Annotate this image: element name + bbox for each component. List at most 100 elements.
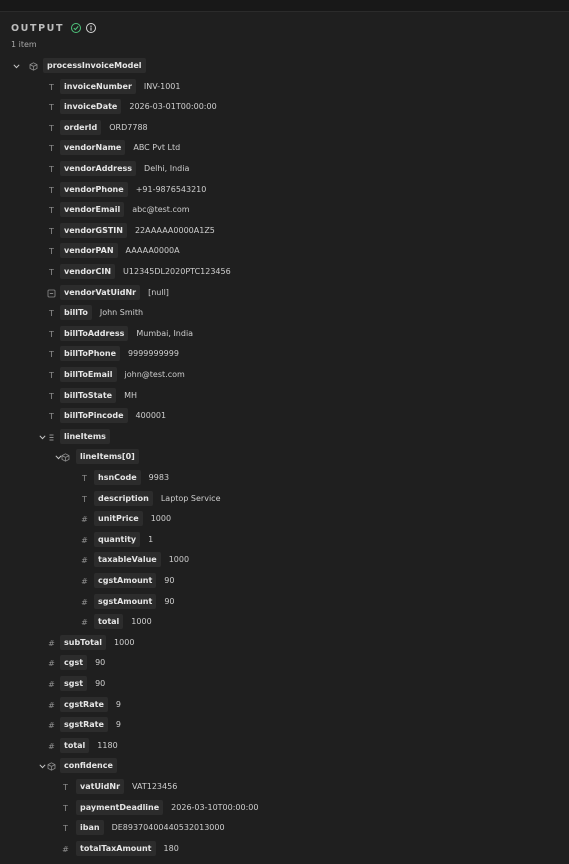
tree-row[interactable]: TbillTo John Smith bbox=[0, 303, 569, 323]
text-type-icon: T bbox=[49, 165, 54, 174]
tree-row[interactable]: TvendorPhone +91-9876543210 bbox=[0, 180, 569, 200]
tree-row[interactable]: TvendorAddress Delhi, India bbox=[0, 159, 569, 179]
tree-row[interactable]: ThsnCode 9983 bbox=[0, 468, 569, 488]
top-edge bbox=[0, 0, 569, 12]
tree-row[interactable]: # totalTaxAmount 180 bbox=[0, 839, 569, 859]
field-key: vendorEmail bbox=[60, 202, 125, 217]
tree-row[interactable]: # quantity 1 bbox=[0, 530, 569, 550]
tree-row[interactable]: Tiban DE89370400440532013000 bbox=[0, 818, 569, 838]
tree-row[interactable]: # cgst 90 bbox=[0, 653, 569, 673]
item-count: 1 item bbox=[11, 40, 37, 49]
hash-icon: # bbox=[48, 680, 55, 689]
tree-row[interactable]: lineItems[0] bbox=[0, 447, 569, 467]
field-key: cgstRate bbox=[60, 697, 108, 712]
field-key: vatUidNr bbox=[76, 779, 125, 794]
tree-row[interactable]: # cgstAmount 90 bbox=[0, 571, 569, 591]
field-value: AAAAA0000A bbox=[125, 246, 180, 255]
tree-row[interactable]: TbillToPincode 400001 bbox=[0, 406, 569, 426]
tree-row[interactable]: TinvoiceDate 2026-03-01T00:00:00 bbox=[0, 97, 569, 117]
field-value: ORD7788 bbox=[109, 123, 148, 132]
field-key: total bbox=[60, 738, 90, 753]
field-key: total bbox=[94, 614, 124, 629]
field-value: John Smith bbox=[99, 308, 144, 317]
field-key: quantity bbox=[94, 532, 141, 547]
tree-row[interactable]: TvendorCIN U12345DL2020PTC123456 bbox=[0, 262, 569, 282]
field-key: totalTaxAmount bbox=[76, 841, 156, 856]
tree-row[interactable]: # sgstRate 9 bbox=[0, 715, 569, 735]
field-key: billTo bbox=[60, 305, 92, 320]
field-key: invoiceDate bbox=[60, 99, 122, 114]
field-value: 9 bbox=[115, 720, 121, 729]
tree-row[interactable]: TvatUidNr VAT123456 bbox=[0, 777, 569, 797]
field-value: 180 bbox=[163, 844, 179, 853]
field-value: 1000 bbox=[131, 617, 152, 626]
field-value: 90 bbox=[164, 576, 175, 585]
field-value: 9983 bbox=[148, 473, 170, 482]
tree-row[interactable]: TbillToAddress Mumbai, India bbox=[0, 324, 569, 344]
tree-row[interactable]: TbillToEmail john@test.com bbox=[0, 365, 569, 385]
hash-icon: # bbox=[48, 721, 55, 730]
field-value: U12345DL2020PTC123456 bbox=[123, 267, 231, 276]
tree-row[interactable]: # total 1180 bbox=[0, 736, 569, 756]
array-icon bbox=[45, 431, 58, 444]
field-value: 400001 bbox=[135, 411, 167, 420]
tree-row[interactable]: TpaymentDeadline 2026-03-10T00:00:00 bbox=[0, 798, 569, 818]
info-icon[interactable] bbox=[86, 23, 97, 33]
field-key: vendorAddress bbox=[60, 161, 137, 176]
tree-row[interactable]: confidence bbox=[0, 756, 569, 776]
field-key: vendorGSTIN bbox=[60, 223, 127, 238]
text-type-icon: T bbox=[63, 804, 68, 813]
text-type-icon: T bbox=[63, 824, 68, 833]
tree-row[interactable]: # total 1000 bbox=[0, 612, 569, 632]
hash-icon: # bbox=[81, 577, 88, 586]
tree-row[interactable]: # subTotal 1000 bbox=[0, 633, 569, 653]
tree-row[interactable]: TinvoiceNumber INV-1001 bbox=[0, 77, 569, 97]
tree-row[interactable]: # sgst 90 bbox=[0, 674, 569, 694]
tree-row[interactable]: TvendorGSTIN 22AAAAA0000A1Z5 bbox=[0, 221, 569, 241]
tree-row[interactable]: TorderId ORD7788 bbox=[0, 118, 569, 138]
tree-row[interactable]: Tdescription Laptop Service bbox=[0, 489, 569, 509]
text-type-icon: T bbox=[49, 206, 54, 215]
hash-icon: # bbox=[62, 845, 69, 854]
field-key: vendorCIN bbox=[60, 264, 116, 279]
field-key: billToPincode bbox=[60, 408, 128, 423]
tree-row[interactable]: TbillToState MH bbox=[0, 386, 569, 406]
tree-row[interactable]: TvendorPAN AAAAA0000A bbox=[0, 241, 569, 261]
field-value: 1000 bbox=[114, 638, 135, 647]
null-value: [null] bbox=[148, 288, 169, 297]
tree-row[interactable]: vendorVatUidNr [null] bbox=[0, 283, 569, 303]
tree-row[interactable]: TvendorEmail abc@test.com bbox=[0, 200, 569, 220]
field-key: lineItems bbox=[60, 429, 110, 444]
field-value: 90 bbox=[164, 597, 175, 606]
hash-icon: # bbox=[48, 639, 55, 648]
text-type-icon: T bbox=[49, 247, 54, 256]
tree-row[interactable]: processInvoiceModel bbox=[0, 56, 569, 76]
null-icon bbox=[45, 287, 58, 300]
field-value: 2026-03-10T00:00:00 bbox=[171, 803, 259, 812]
tree-row[interactable]: lineItems bbox=[0, 427, 569, 447]
text-type-icon: T bbox=[49, 144, 54, 153]
output-title: OUTPUT bbox=[11, 22, 65, 34]
field-value: 1 bbox=[148, 535, 154, 544]
tree-row[interactable]: # cgstRate 9 bbox=[0, 695, 569, 715]
chevron-down-icon[interactable] bbox=[12, 62, 20, 70]
text-type-icon: T bbox=[49, 186, 54, 195]
text-type-icon: T bbox=[49, 83, 54, 92]
field-value: 9 bbox=[115, 700, 121, 709]
field-key: orderId bbox=[60, 120, 102, 135]
hash-icon: # bbox=[81, 598, 88, 607]
text-type-icon: T bbox=[49, 124, 54, 133]
text-type-icon: T bbox=[49, 350, 54, 359]
tree-row[interactable]: # unitPrice 1000 bbox=[0, 509, 569, 529]
field-value: +91-9876543210 bbox=[135, 185, 207, 194]
field-value: 2026-03-01T00:00:00 bbox=[129, 102, 217, 111]
field-value: Laptop Service bbox=[160, 494, 221, 503]
field-key: billToPhone bbox=[60, 346, 121, 361]
field-key: vendorName bbox=[60, 140, 126, 155]
tree-row[interactable]: TbillToPhone 9999999999 bbox=[0, 344, 569, 364]
tree-row[interactable]: # sgstAmount 90 bbox=[0, 592, 569, 612]
tree-row[interactable]: TvendorName ABC Pvt Ltd bbox=[0, 138, 569, 158]
field-key: billToEmail bbox=[60, 367, 117, 382]
tree-row[interactable]: # taxableValue 1000 bbox=[0, 550, 569, 570]
field-key: vendorPhone bbox=[60, 182, 128, 197]
